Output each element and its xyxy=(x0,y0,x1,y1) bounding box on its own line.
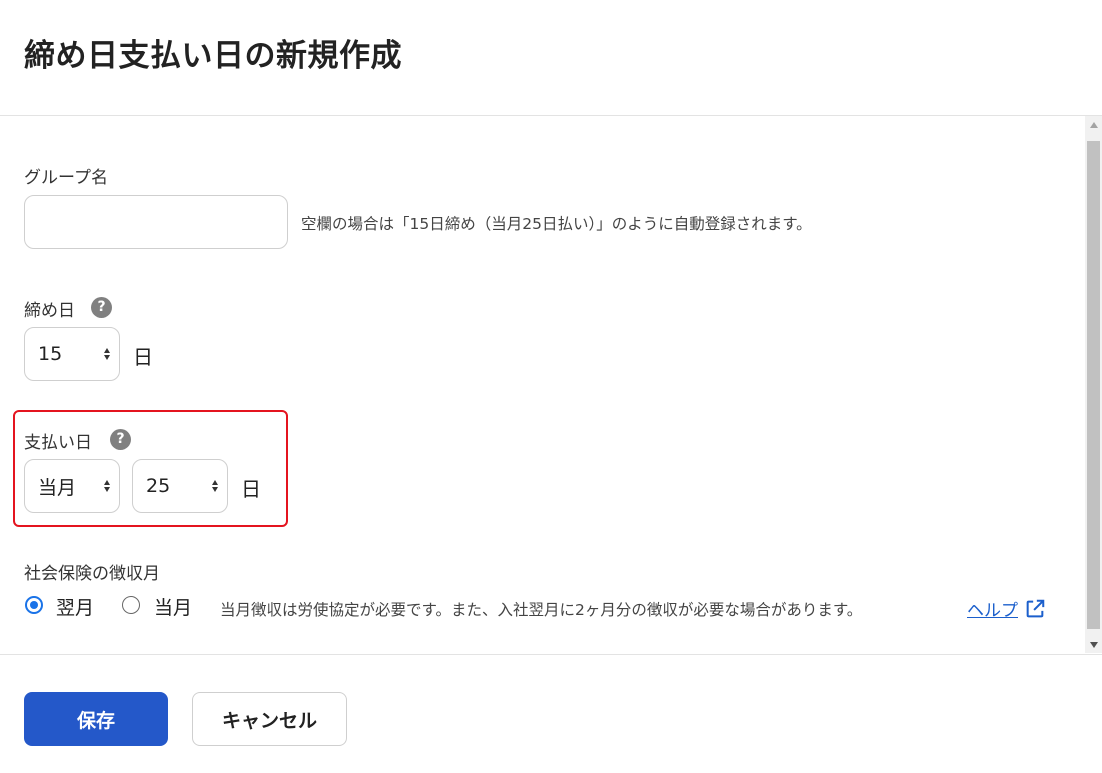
payment-day-unit: 日 xyxy=(241,477,261,501)
payment-month-select-value: 当月 xyxy=(38,476,77,499)
dialog-footer: 保存 キャンセル xyxy=(0,654,1102,773)
radio-current-month[interactable] xyxy=(122,596,140,614)
cancel-button[interactable]: キャンセル xyxy=(192,692,347,746)
social-insurance-label: 社会保険の徴収月 xyxy=(24,564,160,584)
dialog-content: グループ名 空欄の場合は「15日締め（当月25日払い）」のように自動登録されます… xyxy=(0,116,1085,653)
payment-month-select[interactable]: 当月 xyxy=(24,459,120,513)
social-insurance-note: 当月徴収は労使協定が必要です。また、入社翌月に2ヶ月分の徴収が必要な場合がありま… xyxy=(220,601,863,619)
payment-day-select-value: 25 xyxy=(146,475,171,497)
dialog-title: 締め日支払い日の新規作成 xyxy=(24,38,402,74)
help-link[interactable]: ヘルプ xyxy=(967,596,1018,621)
payment-day-label: 支払い日 xyxy=(24,433,92,453)
select-arrows-icon xyxy=(104,480,110,492)
scroll-up-arrow-icon[interactable] xyxy=(1085,116,1102,133)
scroll-down-arrow-icon[interactable] xyxy=(1085,636,1102,653)
radio-next-month-label[interactable]: 翌月 xyxy=(56,593,94,620)
group-name-label: グループ名 xyxy=(24,168,108,188)
group-name-hint: 空欄の場合は「15日締め（当月25日払い）」のように自動登録されます。 xyxy=(301,215,812,233)
closing-day-select[interactable]: 15 xyxy=(24,327,120,381)
radio-next-month[interactable] xyxy=(25,596,43,614)
select-arrows-icon xyxy=(212,480,218,492)
external-link-icon[interactable] xyxy=(1024,598,1046,620)
payment-day-help-icon[interactable]: ? xyxy=(110,429,131,450)
group-name-input[interactable] xyxy=(24,195,288,249)
save-button[interactable]: 保存 xyxy=(24,692,168,746)
dialog-header: 締め日支払い日の新規作成 xyxy=(0,0,1102,116)
closing-day-help-icon[interactable]: ? xyxy=(91,297,112,318)
closing-day-unit: 日 xyxy=(133,345,153,369)
closing-day-select-value: 15 xyxy=(38,343,63,365)
vertical-scrollbar[interactable] xyxy=(1085,116,1102,653)
radio-current-month-label[interactable]: 当月 xyxy=(154,593,192,620)
payment-day-select[interactable]: 25 xyxy=(132,459,228,513)
select-arrows-icon xyxy=(104,348,110,360)
scrollbar-thumb[interactable] xyxy=(1087,141,1100,629)
closing-day-label: 締め日 xyxy=(24,301,75,321)
